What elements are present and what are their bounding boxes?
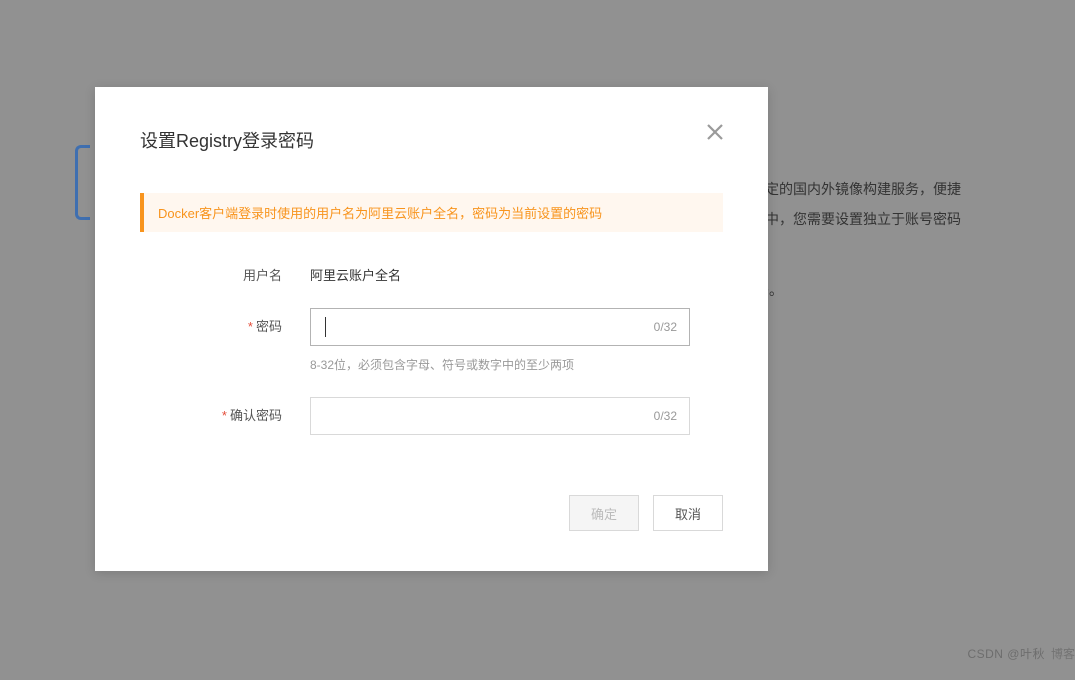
username-label: 用户名 — [140, 257, 310, 284]
bg-text-line2: 中，您需要设置独立于账号密码 — [765, 205, 1045, 234]
confirm-button[interactable]: 确定 — [569, 495, 639, 531]
confirm-password-label: *确认密码 — [140, 397, 310, 424]
required-mark: * — [248, 319, 253, 334]
modal-header: 设置Registry登录密码 — [95, 87, 768, 153]
text-cursor — [325, 317, 326, 337]
bg-text-line1: 定的国内外镜像构建服务，便捷 — [765, 175, 1045, 204]
password-counter: 0/32 — [654, 320, 689, 334]
password-label: *密码 — [140, 308, 310, 335]
password-input[interactable] — [311, 309, 654, 345]
username-row: 用户名 阿里云账户全名 — [140, 257, 723, 284]
modal-footer: 确定 取消 — [95, 475, 768, 571]
confirm-password-counter: 0/32 — [654, 409, 689, 423]
modal-title: 设置Registry登录密码 — [140, 127, 723, 153]
password-hint: 8-32位，必须包含字母、符号或数字中的至少两项 — [310, 356, 690, 373]
close-icon — [705, 122, 725, 142]
confirm-password-row: *确认密码 0/32 — [140, 397, 723, 435]
set-registry-password-modal: 设置Registry登录密码 Docker客户端登录时使用的用户名为阿里云账户全… — [95, 87, 768, 571]
watermark-51cto: 博客 — [1051, 645, 1075, 662]
modal-body: Docker客户端登录时使用的用户名为阿里云账户全名，密码为当前设置的密码 用户… — [95, 153, 768, 475]
password-input-wrap: 0/32 — [310, 308, 690, 346]
password-row: *密码 0/32 8-32位，必须包含字母、符号或数字中的至少两项 — [140, 308, 723, 373]
required-mark: * — [222, 408, 227, 423]
confirm-password-label-text: 确认密码 — [230, 408, 282, 423]
close-button[interactable] — [700, 117, 730, 147]
username-value: 阿里云账户全名 — [310, 257, 723, 284]
confirm-password-input-wrap: 0/32 — [310, 397, 690, 435]
watermark-csdn: CSDN @叶秋 — [967, 645, 1045, 662]
notice-banner: Docker客户端登录时使用的用户名为阿里云账户全名，密码为当前设置的密码 — [140, 193, 723, 232]
confirm-password-input[interactable] — [311, 398, 654, 434]
password-label-text: 密码 — [256, 319, 282, 334]
cancel-button[interactable]: 取消 — [653, 495, 723, 531]
logo-fragment — [75, 145, 90, 220]
